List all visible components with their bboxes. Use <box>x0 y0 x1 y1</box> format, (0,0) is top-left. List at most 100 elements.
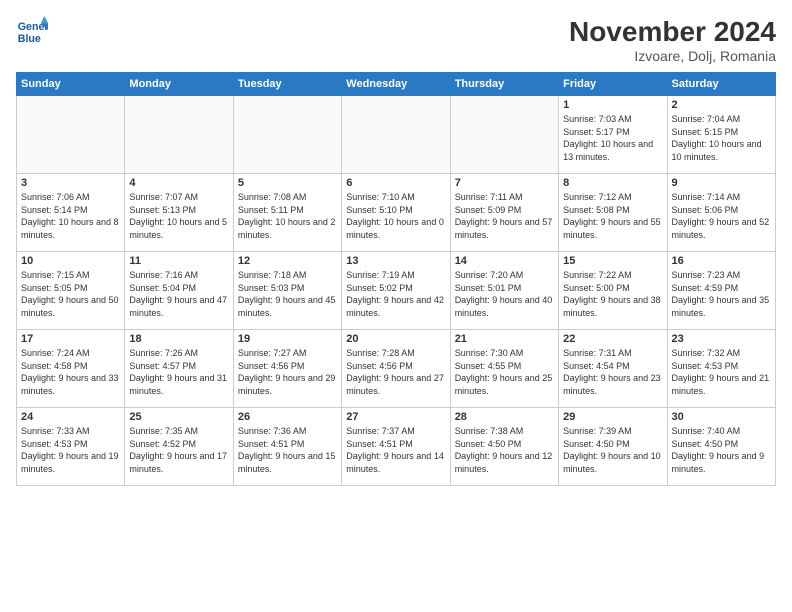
calendar-cell: 21Sunrise: 7:30 AMSunset: 4:55 PMDayligh… <box>450 330 558 408</box>
day-number: 19 <box>238 333 337 345</box>
day-info: Sunrise: 7:32 AMSunset: 4:53 PMDaylight:… <box>672 347 771 397</box>
week-row-2: 10Sunrise: 7:15 AMSunset: 5:05 PMDayligh… <box>17 252 776 330</box>
calendar-cell: 3Sunrise: 7:06 AMSunset: 5:14 PMDaylight… <box>17 174 125 252</box>
th-monday: Monday <box>125 73 233 96</box>
calendar-cell <box>342 96 450 174</box>
calendar-cell: 26 Sunrise: 7:36 AMSunset: 4:51 PMDayligh… <box>233 408 341 486</box>
day-number: 26 <box>238 411 337 423</box>
day-number: 27 <box>346 411 445 423</box>
day-number: 22 <box>563 333 662 345</box>
day-number: 18 <box>129 333 228 345</box>
day-number: 28 <box>455 411 554 423</box>
day-info: Sunrise: 7:36 AMSunset: 4:51 PMDaylight:… <box>238 425 337 475</box>
day-number: 25 <box>129 411 228 423</box>
calendar-cell: 30 Sunrise: 7:40 AMSunset: 4:50 PMDayligh… <box>667 408 775 486</box>
day-info: Sunrise: 7:22 AMSunset: 5:00 PMDaylight:… <box>563 269 662 319</box>
th-wednesday: Wednesday <box>342 73 450 96</box>
day-info: Sunrise: 7:12 AMSunset: 5:08 PMDaylight:… <box>563 191 662 241</box>
calendar-cell <box>233 96 341 174</box>
calendar-cell: 7Sunrise: 7:11 AMSunset: 5:09 PMDaylight… <box>450 174 558 252</box>
day-info: Sunrise: 7:33 AMSunset: 4:53 PMDaylight:… <box>21 425 120 475</box>
calendar-cell <box>17 96 125 174</box>
week-row-3: 17 Sunrise: 7:24 AMSunset: 4:58 PMDayligh… <box>17 330 776 408</box>
day-number: 17 <box>21 333 120 345</box>
day-info: Sunrise: 7:19 AMSunset: 5:02 PMDaylight:… <box>346 269 445 319</box>
day-info: Sunrise: 7:26 AMSunset: 4:57 PMDaylight:… <box>129 347 228 397</box>
th-sunday: Sunday <box>17 73 125 96</box>
day-number: 9 <box>672 177 771 189</box>
calendar-cell: 29 Sunrise: 7:39 AMSunset: 4:50 PMDayligh… <box>559 408 667 486</box>
day-number: 1 <box>563 99 662 111</box>
day-info: Sunrise: 7:06 AMSunset: 5:14 PMDaylight:… <box>21 191 120 241</box>
day-info: Sunrise: 7:18 AMSunset: 5:03 PMDaylight:… <box>238 269 337 319</box>
day-number: 30 <box>672 411 771 423</box>
calendar-cell: 17 Sunrise: 7:24 AMSunset: 4:58 PMDayligh… <box>17 330 125 408</box>
calendar-cell: 10Sunrise: 7:15 AMSunset: 5:05 PMDayligh… <box>17 252 125 330</box>
day-info: Sunrise: 7:38 AMSunset: 4:50 PMDaylight:… <box>455 425 554 475</box>
day-number: 13 <box>346 255 445 267</box>
day-number: 5 <box>238 177 337 189</box>
svg-text:Blue: Blue <box>18 33 41 45</box>
calendar-cell: 22 Sunrise: 7:31 AMSunset: 4:54 PMDayligh… <box>559 330 667 408</box>
day-info: Sunrise: 7:35 AMSunset: 4:52 PMDaylight:… <box>129 425 228 475</box>
day-info: Sunrise: 7:23 AMSunset: 4:59 PMDaylight:… <box>672 269 771 319</box>
day-info: Sunrise: 7:03 AMSunset: 5:17 PMDaylight:… <box>563 113 662 163</box>
calendar-cell: 2 Sunrise: 7:04 AMSunset: 5:15 PMDaylight… <box>667 96 775 174</box>
day-info: Sunrise: 7:37 AMSunset: 4:51 PMDaylight:… <box>346 425 445 475</box>
day-info: Sunrise: 7:04 AMSunset: 5:15 PMDaylight:… <box>672 113 771 163</box>
day-info: Sunrise: 7:28 AMSunset: 4:56 PMDaylight:… <box>346 347 445 397</box>
th-thursday: Thursday <box>450 73 558 96</box>
day-number: 24 <box>21 411 120 423</box>
calendar-cell: 24 Sunrise: 7:33 AMSunset: 4:53 PMDayligh… <box>17 408 125 486</box>
logo: General Blue <box>16 16 48 48</box>
day-info: Sunrise: 7:10 AMSunset: 5:10 PMDaylight:… <box>346 191 445 241</box>
calendar-cell: 4 Sunrise: 7:07 AMSunset: 5:13 PMDaylight… <box>125 174 233 252</box>
location: Izvoare, Dolj, Romania <box>569 48 776 64</box>
day-number: 29 <box>563 411 662 423</box>
week-row-0: 1 Sunrise: 7:03 AMSunset: 5:17 PMDaylight… <box>17 96 776 174</box>
day-number: 23 <box>672 333 771 345</box>
day-number: 16 <box>672 255 771 267</box>
day-info: Sunrise: 7:07 AMSunset: 5:13 PMDaylight:… <box>129 191 228 241</box>
day-number: 14 <box>455 255 554 267</box>
calendar-cell: 9 Sunrise: 7:14 AMSunset: 5:06 PMDaylight… <box>667 174 775 252</box>
day-info: Sunrise: 7:31 AMSunset: 4:54 PMDaylight:… <box>563 347 662 397</box>
calendar-cell: 5Sunrise: 7:08 AMSunset: 5:11 PMDaylight… <box>233 174 341 252</box>
calendar-cell: 20 Sunrise: 7:28 AMSunset: 4:56 PMDayligh… <box>342 330 450 408</box>
calendar-cell: 13 Sunrise: 7:19 AMSunset: 5:02 PMDayligh… <box>342 252 450 330</box>
header: General Blue November 2024 Izvoare, Dolj… <box>16 16 776 64</box>
day-info: Sunrise: 7:27 AMSunset: 4:56 PMDaylight:… <box>238 347 337 397</box>
day-number: 2 <box>672 99 771 111</box>
day-number: 20 <box>346 333 445 345</box>
day-info: Sunrise: 7:24 AMSunset: 4:58 PMDaylight:… <box>21 347 120 397</box>
calendar-cell: 23 Sunrise: 7:32 AMSunset: 4:53 PMDayligh… <box>667 330 775 408</box>
calendar-cell: 12Sunrise: 7:18 AMSunset: 5:03 PMDayligh… <box>233 252 341 330</box>
calendar-cell: 6Sunrise: 7:10 AMSunset: 5:10 PMDaylight… <box>342 174 450 252</box>
day-info: Sunrise: 7:16 AMSunset: 5:04 PMDaylight:… <box>129 269 228 319</box>
weekday-header-row: Sunday Monday Tuesday Wednesday Thursday… <box>17 73 776 96</box>
calendar-cell <box>450 96 558 174</box>
calendar-cell: 14 Sunrise: 7:20 AMSunset: 5:01 PMDayligh… <box>450 252 558 330</box>
day-info: Sunrise: 7:20 AMSunset: 5:01 PMDaylight:… <box>455 269 554 319</box>
calendar-cell: 27 Sunrise: 7:37 AMSunset: 4:51 PMDayligh… <box>342 408 450 486</box>
day-info: Sunrise: 7:30 AMSunset: 4:55 PMDaylight:… <box>455 347 554 397</box>
calendar-cell: 8 Sunrise: 7:12 AMSunset: 5:08 PMDaylight… <box>559 174 667 252</box>
logo-icon: General Blue <box>16 16 48 48</box>
day-number: 4 <box>129 177 228 189</box>
day-number: 10 <box>21 255 120 267</box>
calendar-cell: 19 Sunrise: 7:27 AMSunset: 4:56 PMDayligh… <box>233 330 341 408</box>
day-number: 15 <box>563 255 662 267</box>
calendar-cell: 18 Sunrise: 7:26 AMSunset: 4:57 PMDayligh… <box>125 330 233 408</box>
day-number: 11 <box>129 255 228 267</box>
th-friday: Friday <box>559 73 667 96</box>
day-info: Sunrise: 7:39 AMSunset: 4:50 PMDaylight:… <box>563 425 662 475</box>
th-saturday: Saturday <box>667 73 775 96</box>
page: General Blue November 2024 Izvoare, Dolj… <box>0 0 792 612</box>
calendar-cell: 25 Sunrise: 7:35 AMSunset: 4:52 PMDayligh… <box>125 408 233 486</box>
title-block: November 2024 Izvoare, Dolj, Romania <box>569 16 776 64</box>
calendar-cell: 15 Sunrise: 7:22 AMSunset: 5:00 PMDayligh… <box>559 252 667 330</box>
day-number: 8 <box>563 177 662 189</box>
day-info: Sunrise: 7:40 AMSunset: 4:50 PMDaylight:… <box>672 425 771 475</box>
day-info: Sunrise: 7:14 AMSunset: 5:06 PMDaylight:… <box>672 191 771 241</box>
calendar-cell <box>125 96 233 174</box>
